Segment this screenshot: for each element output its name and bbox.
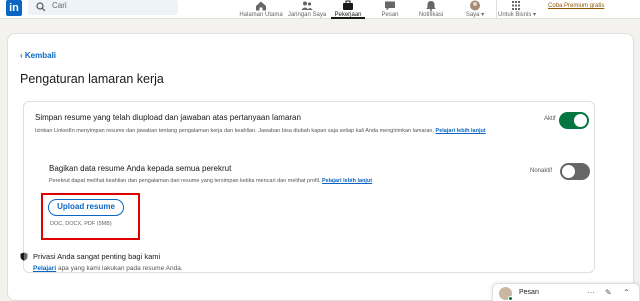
chevron-up-icon[interactable]: ⌃ [623, 288, 630, 298]
nav-business-label: Untuk Bisnis ▾ [498, 12, 537, 18]
search-placeholder: Cari [52, 1, 67, 10]
grid-icon [512, 1, 520, 10]
share-resume-toggle[interactable] [560, 163, 590, 180]
settings-card: ‹ Kembali Pengaturan lamaran kerja Simpa… [7, 33, 634, 301]
top-nav: in Cari Halaman Utama Jaringan Saya Peke… [0, 0, 640, 19]
nav-jobs[interactable]: Pekerjaan [331, 0, 365, 19]
toggle-knob [574, 114, 587, 127]
back-link[interactable]: ‹ Kembali [20, 51, 56, 60]
linkedin-logo[interactable]: in [6, 0, 22, 16]
share-resume-desc: Perekrut dapat melihat keahlian dan peng… [49, 178, 372, 184]
file-type-hint: DOC, DOCX, PDF (5MB) [50, 221, 112, 227]
nav-jobs-label: Pekerjaan [334, 12, 362, 18]
save-resume-desc-text: Izinkan LinkedIn menyimpan resume dan ja… [35, 128, 435, 134]
nav-profile[interactable]: Saya ▾ [460, 0, 490, 19]
share-resume-toggle-label: Nonaktif [530, 168, 553, 174]
search-icon [36, 2, 46, 12]
nav-business[interactable]: Untuk Bisnis ▾ [498, 0, 537, 19]
more-icon[interactable]: ··· [587, 288, 595, 298]
share-resume-desc-text: Perekrut dapat melihat keahlian dan peng… [49, 178, 321, 184]
nav-network[interactable]: Jaringan Saya [285, 0, 329, 19]
nav-notifications[interactable]: Notifikasi [416, 0, 446, 19]
nav-divider [496, 0, 497, 19]
save-resume-toggle-label: Aktif [544, 116, 556, 122]
online-status-dot [508, 296, 513, 301]
privacy-desc: Pelajari apa yang kami lakukan pada resu… [33, 265, 183, 272]
privacy-desc-text: apa yang kami lakukan pada resume Anda. [57, 265, 183, 272]
nav-home-label: Halaman Utama [239, 12, 283, 18]
nav-profile-label: Saya ▾ [465, 12, 485, 18]
bell-icon [426, 1, 436, 11]
nav-network-label: Jaringan Saya [287, 12, 327, 18]
jobs-icon [343, 0, 353, 10]
privacy-title: Privasi Anda sangat penting bagi kami [33, 252, 161, 261]
search-bar[interactable]: Cari [28, 0, 178, 15]
privacy-learn-link[interactable]: Pelajari [33, 265, 56, 272]
save-resume-toggle[interactable] [559, 112, 589, 129]
shield-icon [20, 252, 28, 261]
settings-panel: Simpan resume yang telah diupload dan ja… [23, 101, 595, 273]
page-title: Pengaturan lamaran kerja [20, 72, 164, 86]
nav-home[interactable]: Halaman Utama [236, 0, 286, 19]
upload-resume-button[interactable]: Upload resume [48, 199, 124, 216]
nav-messaging-label: Pesan [381, 12, 399, 18]
chevron-left-icon: ‹ [20, 51, 23, 60]
nav-notifications-label: Notifikasi [418, 12, 444, 18]
save-resume-learn-more-link[interactable]: Pelajari lebih lanjut [436, 128, 486, 134]
share-resume-title: Bagikan data resume Anda kepada semua pe… [49, 164, 232, 173]
nav-messaging[interactable]: Pesan [378, 0, 402, 19]
toggle-knob [562, 165, 575, 178]
messaging-label: Pesan [519, 289, 539, 296]
home-icon [256, 1, 266, 11]
profile-icon [470, 0, 480, 11]
premium-link[interactable]: Coba Premium gratis [548, 3, 604, 9]
messaging-bar[interactable]: Pesan ··· ✎ ⌃ [492, 283, 640, 301]
share-resume-learn-more-link[interactable]: Pelajari lebih lanjut [322, 178, 372, 184]
back-label: Kembali [24, 51, 57, 60]
save-resume-title: Simpan resume yang telah diupload dan ja… [35, 113, 301, 122]
network-icon [301, 1, 313, 10]
compose-icon[interactable]: ✎ [605, 288, 612, 298]
messaging-icon [385, 1, 395, 11]
save-resume-desc: Izinkan LinkedIn menyimpan resume dan ja… [35, 127, 505, 135]
